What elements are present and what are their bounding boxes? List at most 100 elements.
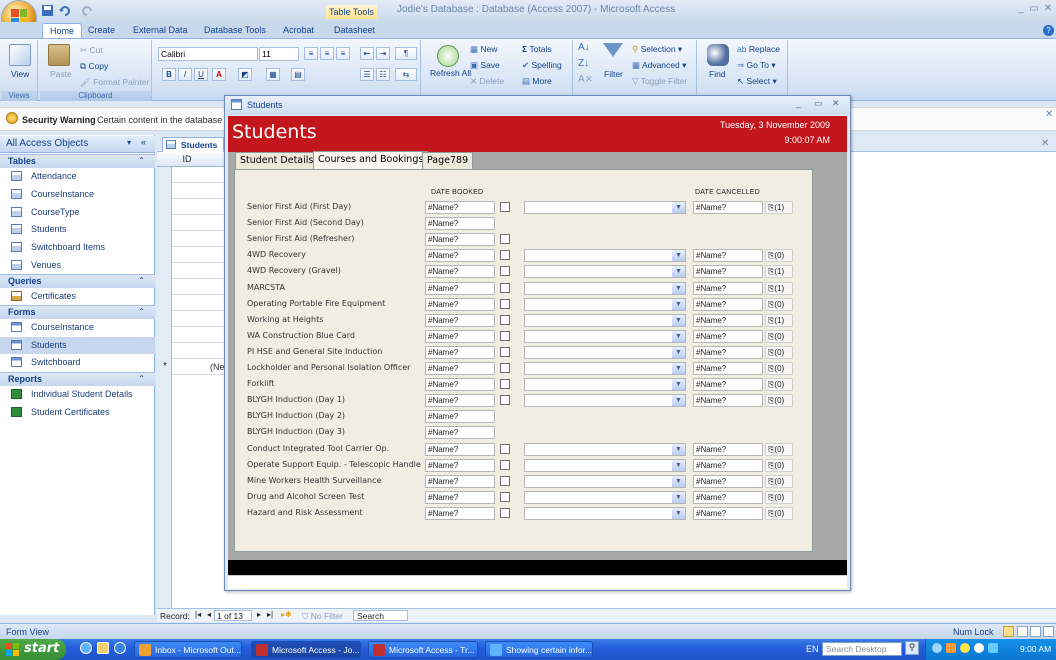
course-instance-dropdown[interactable]: ▼ — [524, 459, 686, 472]
tab-student-details[interactable]: Student Details — [235, 152, 319, 169]
save-icon[interactable] — [40, 3, 55, 18]
alternate-fill-icon[interactable]: ▤ — [291, 68, 305, 81]
attended-checkbox[interactable] — [500, 379, 510, 389]
table-row[interactable] — [172, 183, 227, 199]
clear-sort-icon[interactable]: A⨯ — [578, 74, 593, 85]
tray-icon[interactable] — [946, 643, 956, 653]
attended-checkbox[interactable] — [500, 202, 510, 212]
attended-checkbox[interactable] — [500, 347, 510, 357]
date-cancelled-field[interactable]: #Name? — [693, 282, 763, 295]
advanced-button[interactable]: ▦ Advanced ▾ — [632, 60, 686, 71]
course-instance-dropdown[interactable]: ▼ — [524, 346, 686, 359]
next-record-icon[interactable]: ▸ — [257, 610, 261, 619]
attended-checkbox[interactable] — [500, 283, 510, 293]
date-cancelled-field[interactable]: #Name? — [693, 298, 763, 311]
attended-checkbox[interactable] — [500, 234, 510, 244]
attachment-field[interactable]: ⎘(0) — [765, 507, 793, 520]
ie-icon[interactable] — [80, 642, 92, 654]
form-restore-button[interactable]: ▭ — [814, 98, 823, 109]
course-instance-dropdown[interactable]: ▼ — [524, 298, 686, 311]
date-booked-field[interactable]: #Name? — [425, 426, 495, 439]
table-row[interactable] — [172, 231, 227, 247]
restore-button[interactable]: ▭ — [1027, 3, 1041, 15]
tab-database-tools[interactable]: Database Tools — [202, 23, 268, 39]
date-booked-field[interactable]: #Name? — [425, 475, 495, 488]
taskbar-outlook[interactable]: Inbox - Microsoft Out... — [134, 641, 242, 658]
date-cancelled-field[interactable]: #Name? — [693, 249, 763, 262]
date-booked-field[interactable]: #Name? — [425, 443, 495, 456]
fill-color-icon[interactable]: ◩ — [238, 68, 252, 81]
attended-checkbox[interactable] — [500, 508, 510, 518]
date-booked-field[interactable]: #Name? — [425, 314, 495, 327]
attachment-field[interactable]: ⎘(1) — [765, 314, 793, 327]
course-instance-dropdown[interactable]: ▼ — [524, 362, 686, 375]
date-cancelled-field[interactable]: #Name? — [693, 459, 763, 472]
form-minimize-button[interactable]: _ — [796, 98, 801, 108]
tab-acrobat[interactable]: Acrobat — [281, 23, 316, 39]
new-record-button[interactable]: ▦ New — [470, 44, 497, 55]
course-instance-dropdown[interactable]: ▼ — [524, 265, 686, 278]
nav-item-coursetype[interactable]: CourseType — [0, 204, 155, 221]
date-booked-field[interactable]: #Name? — [425, 298, 495, 311]
refresh-icon[interactable] — [437, 45, 459, 67]
course-instance-dropdown[interactable]: ▼ — [524, 282, 686, 295]
close-icon[interactable]: ✕ — [1045, 109, 1053, 120]
tab-home[interactable]: Home — [42, 23, 83, 39]
date-cancelled-field[interactable]: #Name? — [693, 314, 763, 327]
sort-asc-icon[interactable]: A↓ — [578, 42, 590, 53]
nav-item-student-certificates[interactable]: Student Certificates — [0, 404, 155, 421]
indent-increase-icon[interactable]: ⇥ — [376, 47, 390, 60]
form-title-bar[interactable] — [226, 96, 849, 115]
attachment-field[interactable]: ⎘(1) — [765, 265, 793, 278]
nav-group-tables[interactable]: Tables ⌃ — [0, 154, 155, 168]
close-button[interactable]: ✕ — [1041, 3, 1055, 15]
date-cancelled-field[interactable]: #Name? — [693, 201, 763, 214]
close-icon[interactable]: ✕ — [1041, 138, 1049, 149]
delete-record-button[interactable]: ✕ Delete — [470, 76, 504, 87]
date-booked-field[interactable]: #Name? — [425, 330, 495, 343]
nav-group-queries[interactable]: Queries ⌃ — [0, 274, 155, 288]
tab-create[interactable]: Create — [86, 23, 117, 39]
attended-checkbox[interactable] — [500, 250, 510, 260]
course-instance-dropdown[interactable]: ▼ — [524, 475, 686, 488]
find-button[interactable]: Find — [709, 69, 726, 79]
course-instance-dropdown[interactable]: ▼ — [524, 507, 686, 520]
taskbar-browser[interactable]: Showing certain infor... — [485, 641, 593, 658]
attachment-field[interactable]: ⎘(0) — [765, 443, 793, 456]
date-booked-field[interactable]: #Name? — [425, 459, 495, 472]
first-record-icon[interactable]: |◂ — [195, 610, 201, 619]
filter-button[interactable]: Filter — [604, 69, 623, 79]
attachment-field[interactable]: ⎘(0) — [765, 330, 793, 343]
tray-icon[interactable] — [960, 643, 970, 653]
date-cancelled-field[interactable]: #Name? — [693, 346, 763, 359]
align-right-icon[interactable]: ≡ — [336, 47, 350, 60]
replace-button[interactable]: ab Replace — [737, 44, 780, 54]
table-row[interactable] — [172, 295, 227, 311]
date-cancelled-field[interactable]: #Name? — [693, 362, 763, 375]
date-booked-field[interactable]: #Name? — [425, 346, 495, 359]
date-booked-field[interactable]: #Name? — [425, 378, 495, 391]
font-size-combo[interactable]: 11 — [259, 47, 299, 61]
binoculars-icon[interactable] — [707, 44, 729, 66]
tray-icon[interactable] — [974, 643, 984, 653]
layout-view-icon[interactable] — [1030, 626, 1041, 637]
datasheet-view-icon[interactable] — [1017, 626, 1028, 637]
course-instance-dropdown[interactable]: ▼ — [524, 491, 686, 504]
column-header-id[interactable]: ID — [157, 153, 227, 167]
paste-button[interactable]: Paste — [50, 69, 72, 79]
last-record-icon[interactable]: ▸| — [267, 610, 273, 619]
table-row[interactable] — [172, 311, 227, 327]
align-center-icon[interactable]: ≡ — [320, 47, 334, 60]
attended-checkbox[interactable] — [500, 444, 510, 454]
attachment-field[interactable]: ⎘(0) — [765, 362, 793, 375]
date-cancelled-field[interactable]: #Name? — [693, 491, 763, 504]
gridlines-icon[interactable]: ▦ — [266, 68, 280, 81]
taskbar-access-tr[interactable]: Microsoft Access - Tr... — [368, 641, 478, 658]
date-booked-field[interactable]: #Name? — [425, 507, 495, 520]
row-selector-column[interactable] — [157, 153, 172, 608]
date-booked-field[interactable]: #Name? — [425, 282, 495, 295]
date-cancelled-field[interactable]: #Name? — [693, 265, 763, 278]
tab-datasheet[interactable]: Datasheet — [332, 23, 377, 39]
refresh-all-button[interactable]: Refresh All — [430, 69, 471, 78]
search-icon[interactable]: ⚲ — [905, 641, 919, 655]
